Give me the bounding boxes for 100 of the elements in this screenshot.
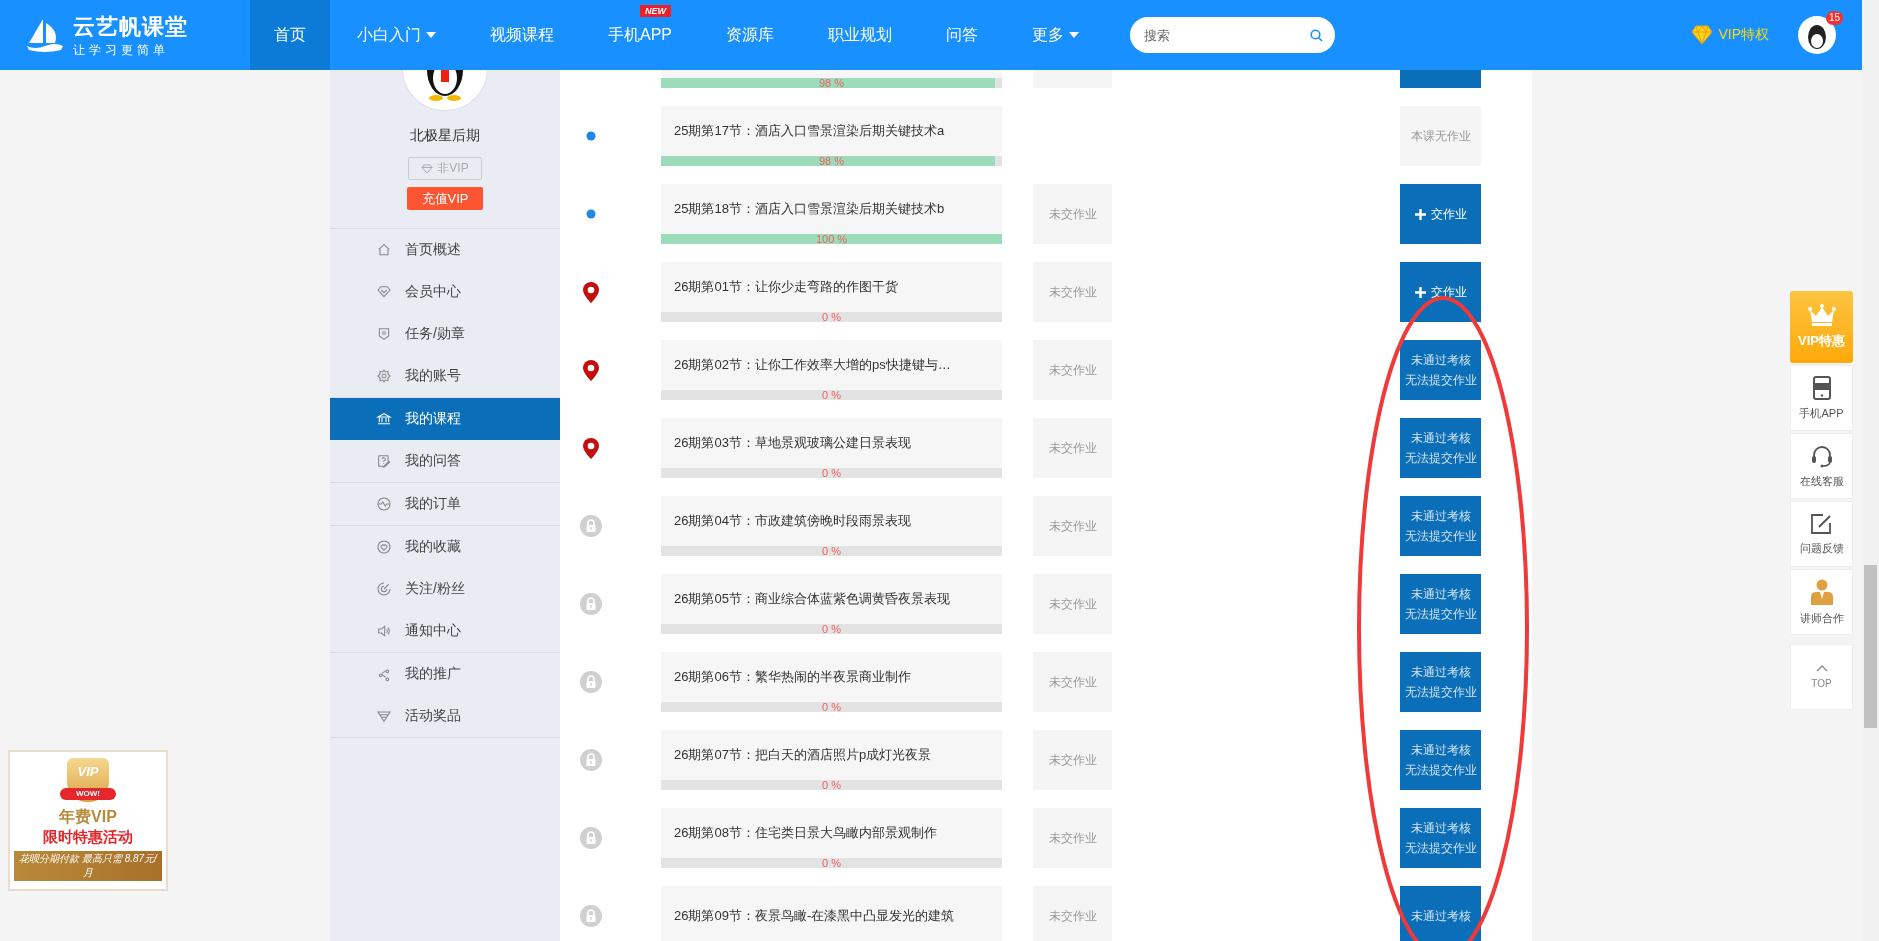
phone-icon [1811, 375, 1832, 400]
crown-icon [1807, 304, 1836, 326]
homework-status: 未交作业 [1033, 418, 1112, 478]
submit-locked-notice: 未通过考核 无法提交作业 [1400, 808, 1481, 868]
homework-status: 未交作业 [1033, 730, 1112, 790]
homework-status: 未交作业 [1033, 262, 1112, 322]
progress-percent: 98 % [818, 156, 845, 166]
lesson-card[interactable]: 26期第07节：把白天的酒店照片p成灯光夜景 0 % [661, 730, 1002, 790]
menu-icon [376, 411, 392, 427]
lesson-card[interactable]: 26期第05节：商业综合体蓝紫色调黄昏夜景表现 0 % [661, 574, 1002, 634]
menu-icon [376, 496, 392, 512]
caret-up-icon [1815, 665, 1828, 672]
submit-locked-notice: 未通过考核 无法提交作业 [1400, 574, 1481, 634]
lesson-title: 26期第08节：住宅类日景大鸟瞰内部景观制作 [674, 824, 937, 842]
homework-status: 未交作业 [1033, 652, 1112, 712]
submit-locked-notice: 未通过考核 [1400, 886, 1481, 941]
edit-icon [1809, 512, 1834, 535]
scrollbar[interactable] [1862, 0, 1879, 941]
search-icon [1310, 29, 1323, 42]
homework-status: 未交作业 [1033, 184, 1112, 244]
menu-icon [376, 242, 392, 258]
plus-icon [1414, 286, 1426, 298]
progress-percent: 0 % [822, 546, 841, 556]
submit-locked-notice: 未通过考核 无法提交作业 [1400, 340, 1481, 400]
homework-status: 未交作业 [1033, 496, 1112, 556]
lesson-title: 26期第01节：让你少走弯路的作图干货 [674, 278, 898, 296]
homework-status: 未交作业 [1033, 808, 1112, 868]
menu-icon [376, 581, 392, 597]
new-badge: NEW [640, 5, 671, 17]
progress-percent: 0 % [822, 312, 841, 322]
menu-icon [376, 284, 392, 300]
headset-icon [1809, 443, 1834, 468]
submit-homework-button[interactable]: 交作业 [1400, 184, 1481, 244]
lesson-card[interactable]: 26期第04节：市政建筑傍晚时段雨景表现 0 % [661, 496, 1002, 556]
submit-locked-notice: 未通过考核 无法提交作业 [1400, 730, 1481, 790]
diamond-icon [421, 163, 434, 174]
submit-locked-notice: 未通过考核 无法提交作业 [1400, 496, 1481, 556]
menu-icon [376, 368, 392, 384]
submit-locked-notice: 未通过考核 无法提交作业 [1400, 418, 1481, 478]
sidebar-menu-item[interactable]: 通知中心 [330, 610, 560, 652]
search-field[interactable]: 搜索 [1130, 17, 1335, 53]
side-tool-button[interactable]: 在线客服 [1790, 433, 1853, 499]
lesson-title: 26期第05节：商业综合体蓝紫色调黄昏夜景表现 [674, 590, 950, 608]
notification-count: 15 [1825, 11, 1843, 25]
diamond-icon [1691, 25, 1714, 45]
site-slogan: 让学习更简单 [73, 41, 170, 59]
back-to-top-button[interactable]: TOP [1790, 644, 1853, 710]
sidebar-menu-item[interactable]: 关注/粉丝 [330, 568, 560, 610]
progress-percent: 0 % [822, 858, 841, 868]
promo-title: 年费VIP [59, 807, 117, 827]
submit-locked-notice: 未通过考核 无法提交作业 [1400, 652, 1481, 712]
menu-icon [376, 708, 392, 724]
sidebar-menu-item[interactable]: 我的收藏 [330, 526, 560, 568]
lesson-title: 25期第17节：酒店入口雪景渲染后期关键技术a [674, 122, 945, 140]
lesson-title: 25期第18节：酒店入口雪景渲染后期关键技术b [674, 200, 945, 218]
sidebar-menu-item[interactable]: 我的推广 [330, 653, 560, 695]
menu-icon [376, 326, 392, 342]
nav-tab[interactable]: 首页 [250, 0, 330, 70]
no-homework-notice: 本课无作业 [1400, 106, 1481, 166]
sidebar-menu-item[interactable]: 我的问答 [330, 440, 560, 482]
menu-icon [376, 453, 392, 469]
wow-ribbon: WOW! [60, 788, 116, 800]
menu-icon [376, 623, 392, 639]
lesson-card[interactable]: 25期第18节：酒店入口雪景渲染后期关键技术b 100 % [661, 184, 1002, 244]
progress-percent: 0 % [822, 624, 841, 634]
site-title: 云艺帆课堂 [73, 12, 188, 41]
lesson-card[interactable]: 26期第02节：让你工作效率大增的ps快捷键与… 0 % [661, 340, 1002, 400]
menu-icon [376, 539, 392, 555]
lesson-card[interactable]: 26期第08节：住宅类日景大鸟瞰内部景观制作 0 % [661, 808, 1002, 868]
lesson-card[interactable]: 26期第06节：繁华热闹的半夜景商业制作 0 % [661, 652, 1002, 712]
homework-status: 未交作业 [1033, 574, 1112, 634]
progress-percent: 0 % [822, 702, 841, 712]
progress-percent: 98 % [818, 78, 845, 88]
promo-card[interactable]: VIP WOW! 年费VIP 限时特惠活动 花呗分期付款 最高只需 8.87元/月 [8, 750, 168, 891]
progress-percent: 0 % [822, 468, 841, 478]
sailboat-logo-icon [25, 17, 65, 53]
lesson-card[interactable]: 25期第17节：酒店入口雪景渲染后期关键技术a 98 % [661, 106, 1002, 166]
sidebar-menu-item[interactable]: 任务/勋章 [330, 313, 560, 355]
lesson-card[interactable]: 26期第03节：草地景观玻璃公建日景表现 0 % [661, 418, 1002, 478]
progress-percent: 100 % [815, 234, 848, 244]
sidebar-menu-item[interactable]: 我的订单 [330, 483, 560, 525]
lesson-title: 26期第06节：繁华热闹的半夜景商业制作 [674, 668, 911, 686]
progress-percent: 0 % [822, 780, 841, 790]
promo-subtitle: 限时特惠活动 [43, 828, 133, 847]
sidebar-menu-item[interactable]: 我的账号 [330, 355, 560, 397]
side-tool-button[interactable]: 讲师合作 [1790, 569, 1853, 635]
side-tool-button[interactable]: 问题反馈 [1790, 501, 1853, 567]
lesson-card[interactable]: 26期第01节：让你少走弯路的作图干货 0 % [661, 262, 1002, 322]
sidebar-menu-item[interactable]: 首页概述 [330, 229, 560, 271]
vip-status-badge: 非VIP [408, 157, 482, 180]
lesson-title: 26期第04节：市政建筑傍晚时段雨景表现 [674, 512, 911, 530]
progress-percent: 0 % [822, 390, 841, 400]
lesson-title: 26期第07节：把白天的酒店照片p成灯光夜景 [674, 746, 932, 764]
lesson-card[interactable]: 26期第09节：夜景鸟瞰-在漆黑中凸显发光的建筑 [661, 886, 1002, 941]
plus-icon [1414, 208, 1426, 220]
sidebar-menu-item[interactable]: 活动奖品 [330, 695, 560, 737]
sidebar-menu-item[interactable]: 我的课程 [330, 398, 560, 440]
promo-ribbon: 花呗分期付款 最高只需 8.87元/月 [14, 851, 162, 881]
side-tool-button[interactable]: 手机APP [1790, 365, 1853, 431]
sidebar-menu-item[interactable]: 会员中心 [330, 271, 560, 313]
